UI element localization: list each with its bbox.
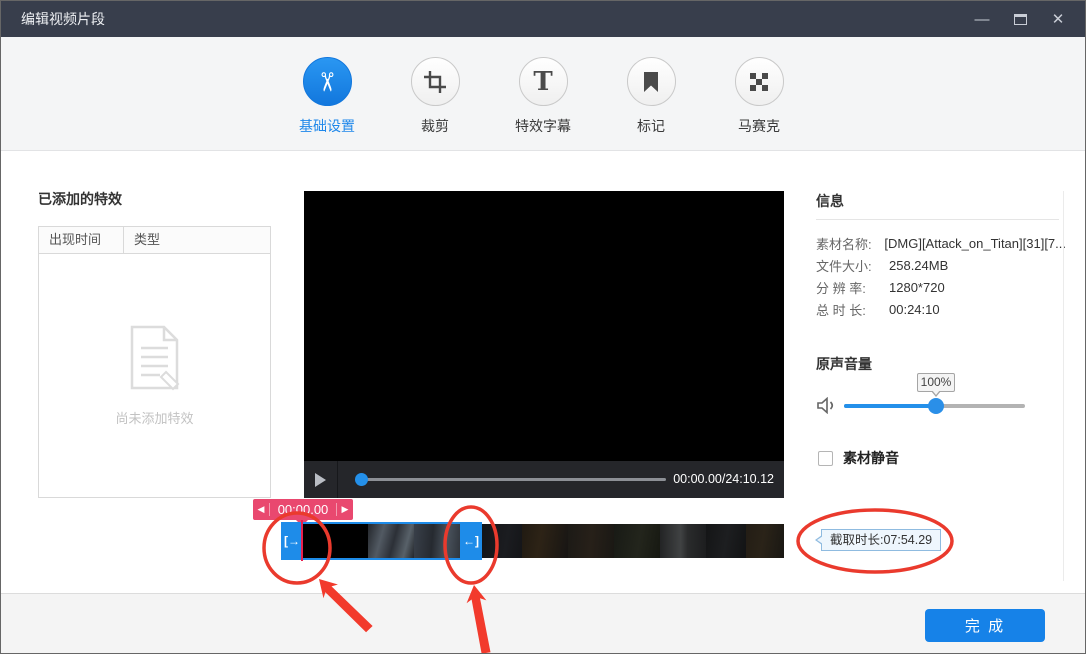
thumbnail xyxy=(660,524,706,558)
minimize-button[interactable]: — xyxy=(963,1,1001,37)
tab-label: 裁剪 xyxy=(421,116,449,136)
tab-mosaic[interactable]: 马赛克 xyxy=(705,57,813,136)
volume-fill xyxy=(844,404,936,408)
document-icon xyxy=(124,324,186,394)
info-panel-title: 信息 xyxy=(816,191,844,211)
thumbnail xyxy=(746,524,784,558)
mute-label: 素材静音 xyxy=(843,448,899,468)
panel-separator xyxy=(1063,191,1064,581)
info-row: 文件大小: 258.24MB xyxy=(816,254,1066,276)
window-titlebar: 编辑视频片段 — ✕ xyxy=(1,1,1085,37)
edit-clip-dialog: 编辑视频片段 — ✕ ✂ 基础设置 裁剪 T 特效字幕 xyxy=(0,0,1086,654)
thumbnail xyxy=(568,524,614,558)
tab-crop[interactable]: 裁剪 xyxy=(381,57,489,136)
effects-panel-title: 已添加的特效 xyxy=(38,189,122,209)
playback-thumb[interactable] xyxy=(355,473,368,486)
info-row: 分 辨 率: 1280*720 xyxy=(816,276,1066,298)
timeline-selection[interactable]: [→ ←] xyxy=(281,522,482,560)
step-forward-icon[interactable]: ▶ xyxy=(337,504,353,515)
tooltip-pointer xyxy=(932,390,940,395)
thumbnail xyxy=(706,524,746,558)
info-value: 00:24:10 xyxy=(889,302,940,317)
effects-table: 出现时间 类型 尚未添加特效 xyxy=(38,226,271,498)
footer-bar: 完 成 xyxy=(1,593,1085,654)
volume-slider[interactable] xyxy=(844,404,1025,408)
tab-mark[interactable]: 标记 xyxy=(597,57,705,136)
maximize-button[interactable] xyxy=(1001,1,1039,37)
thumbnail xyxy=(368,524,414,558)
thumbnail xyxy=(614,524,660,558)
column-header-time: 出现时间 xyxy=(39,227,124,253)
video-preview[interactable]: 00:00.00/24:10.12 xyxy=(304,191,784,498)
trim-right-handle[interactable]: ←] xyxy=(460,522,482,560)
text-tool-icon: T xyxy=(519,57,568,106)
timeline-playhead[interactable] xyxy=(301,520,303,561)
info-row: 素材名称: [DMG][Attack_on_Titan][31][7... xyxy=(816,232,1066,254)
crop-icon xyxy=(411,57,460,106)
trim-left-handle[interactable]: [→ xyxy=(281,522,303,560)
time-display: 00:00.00/24:10.12 xyxy=(673,461,774,498)
close-button[interactable]: ✕ xyxy=(1039,1,1077,37)
info-value: [DMG][Attack_on_Titan][31][7... xyxy=(884,236,1066,251)
info-value: 258.24MB xyxy=(889,258,948,273)
bubble-pointer xyxy=(817,536,823,544)
info-label: 总 时 长: xyxy=(816,300,889,319)
mosaic-icon xyxy=(735,57,784,106)
trim-time-label[interactable]: ◀ 00:00.00 ▶ xyxy=(253,499,353,520)
info-label: 文件大小: xyxy=(816,256,889,275)
window-controls: — ✕ xyxy=(963,1,1077,37)
volume-title: 原声音量 xyxy=(816,354,872,374)
thumbnail xyxy=(522,524,568,558)
info-label: 素材名称: xyxy=(816,234,884,253)
empty-state-text: 尚未添加特效 xyxy=(115,408,193,427)
divider xyxy=(816,219,1059,220)
timeline-thumbnails[interactable] xyxy=(482,524,784,558)
done-button[interactable]: 完 成 xyxy=(925,609,1045,642)
effects-empty-state: 尚未添加特效 xyxy=(39,254,270,497)
mute-row: 素材静音 xyxy=(818,448,899,468)
column-header-type: 类型 xyxy=(124,227,160,253)
toolbar: ✂ 基础设置 裁剪 T 特效字幕 标记 xyxy=(1,37,1085,151)
volume-tooltip: 100% xyxy=(917,373,955,392)
tab-label: 标记 xyxy=(637,116,665,136)
clip-duration-bubble: 截取时长:07:54.29 xyxy=(821,529,941,551)
info-row: 总 时 长: 00:24:10 xyxy=(816,298,1066,320)
selected-thumbnails xyxy=(303,524,460,558)
tab-basic-settings[interactable]: ✂ 基础设置 xyxy=(273,57,381,136)
trim-start-time: 00:00.00 xyxy=(270,502,336,517)
play-icon xyxy=(315,473,326,487)
tab-label: 基础设置 xyxy=(299,116,355,136)
tab-label: 特效字幕 xyxy=(515,116,571,136)
info-rows: 素材名称: [DMG][Attack_on_Titan][31][7... 文件… xyxy=(816,232,1066,320)
volume-thumb[interactable] xyxy=(928,398,944,414)
playback-progress-bar[interactable] xyxy=(356,478,666,481)
mute-checkbox[interactable] xyxy=(818,451,833,466)
thumbnail xyxy=(482,524,522,558)
clip-duration-text: 截取时长:07:54.29 xyxy=(830,533,932,547)
info-value: 1280*720 xyxy=(889,280,945,295)
player-controls: 00:00.00/24:10.12 xyxy=(304,461,784,498)
bookmark-icon xyxy=(627,57,676,106)
info-label: 分 辨 率: xyxy=(816,278,889,297)
play-button[interactable] xyxy=(304,461,338,498)
speaker-icon xyxy=(817,397,837,414)
tab-label: 马赛克 xyxy=(738,116,780,136)
maximize-icon xyxy=(1014,14,1027,25)
thumbnail xyxy=(303,524,368,558)
window-title: 编辑视频片段 xyxy=(21,9,105,29)
tab-subtitle-effects[interactable]: T 特效字幕 xyxy=(489,57,597,136)
thumbnail xyxy=(414,524,460,558)
effects-table-header: 出现时间 类型 xyxy=(39,227,270,254)
scissors-icon: ✂ xyxy=(303,57,352,106)
step-back-icon[interactable]: ◀ xyxy=(253,504,269,515)
